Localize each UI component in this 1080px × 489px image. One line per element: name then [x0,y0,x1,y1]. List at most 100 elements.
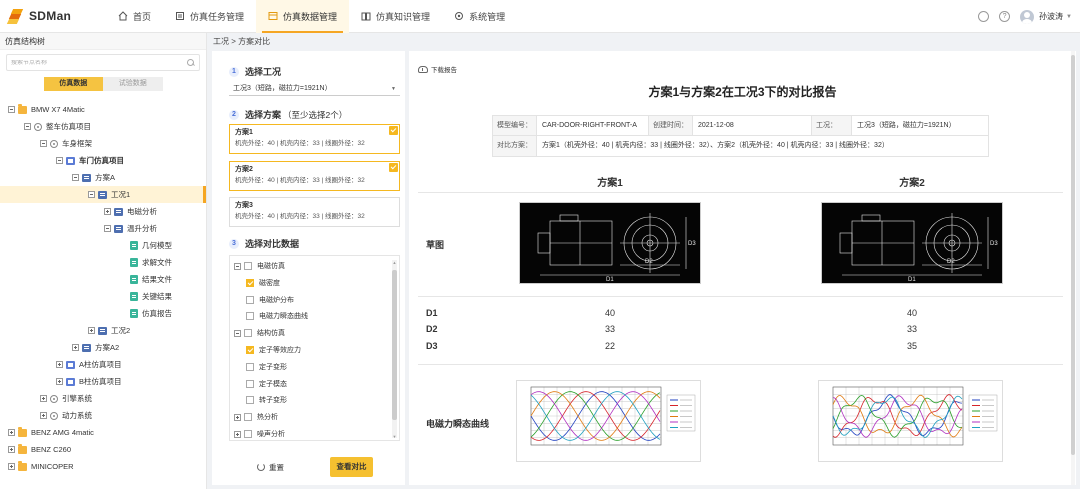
data-tree-node[interactable]: 电磁炉分布 [246,292,294,308]
data-tree-node[interactable]: 转子变形 [246,392,287,408]
checkbox[interactable] [244,430,252,438]
tree-node[interactable]: BMW X7 4Matic [0,101,206,118]
data-tree-node[interactable]: 热分析 [234,409,278,425]
tree-node[interactable]: 方案A [0,169,206,186]
comparison-data-tree: ▲ ▼ 电磁仿真 磁密度 电磁炉分布 电磁力瞬态曲线 结构仿真 定子等效应力 定子变形 定子模… [229,255,400,441]
search-icon[interactable] [187,58,195,67]
tree-node[interactable]: 方案A2 [0,339,206,356]
data-tree-node[interactable]: 定子模态 [246,376,287,392]
tree-node[interactable]: A柱仿真项目 [0,356,206,373]
tree-node[interactable]: 整车仿真项目 [0,118,206,135]
condition-select[interactable]: 工况3（短路，磁拉力=1921N） ▼ [229,82,400,96]
expand-icon[interactable] [8,429,15,436]
data-tree-node[interactable]: 结构仿真 [234,325,285,341]
scroll-down-icon[interactable]: ▼ [392,434,397,439]
tree-node[interactable]: 车身框架 [0,135,206,152]
checkbox[interactable] [244,413,252,422]
collapse-icon[interactable] [234,262,241,270]
expand-icon[interactable] [88,327,95,334]
collapse-icon[interactable] [8,106,15,113]
tree-node[interactable]: 关键结果 [0,288,206,305]
nav-system-label: 系统管理 [469,11,506,22]
toggle-test-data[interactable]: 试验数据 [103,77,163,91]
nav-home[interactable]: 首页 [106,0,163,33]
scrollbar-thumb[interactable] [392,270,397,420]
toggle-simulation-data[interactable]: 仿真数据 [43,77,103,91]
expand-icon[interactable] [234,413,241,421]
data-tree-node[interactable]: 电磁仿真 [234,258,285,274]
tree-node[interactable]: 几何模型 [0,237,206,254]
expand-icon[interactable] [8,463,15,470]
cloud-download-icon [418,65,428,73]
collapse-icon[interactable] [104,225,111,232]
tree-node[interactable]: 温升分析 [0,220,206,237]
plan-card-3[interactable]: 方案3 机壳外径：40 | 机壳内径：33 | 线圈外径：32 [229,197,400,227]
tree-node[interactable]: 引擎系统 [0,390,206,407]
plan-card-1[interactable]: 方案1 机壳外径：40 | 机壳内径：33 | 线圈外径：32 [229,124,400,154]
expand-icon[interactable] [234,430,241,438]
scrollbar-thumb[interactable] [1071,55,1075,455]
collapse-icon[interactable] [234,329,241,337]
expand-icon[interactable] [72,344,79,351]
plan-card-2[interactable]: 方案2 机壳外径：40 | 机壳内径：33 | 线圈外径：32 [229,161,400,191]
expand-icon[interactable] [56,378,63,385]
curve-plot [530,386,696,446]
scroll-up-icon[interactable]: ▲ [392,260,397,265]
tree-node-label: 车门仿真项目 [79,156,124,165]
collapse-icon[interactable] [24,123,31,130]
collapse-icon[interactable] [72,174,79,181]
expand-icon[interactable] [56,361,63,368]
checkbox[interactable] [246,379,254,388]
checkbox[interactable] [246,346,254,354]
data-tree-node[interactable]: 定子等效应力 [246,342,301,358]
download-report-button[interactable]: 下载报告 [418,64,457,74]
tree-node[interactable]: 电磁分析 [0,203,206,220]
tree-node[interactable]: 工况1 [0,186,206,203]
tree-node[interactable]: BENZ AMG 4matic [0,424,206,441]
checkbox[interactable] [246,312,254,321]
collapse-icon[interactable] [56,157,63,164]
help-icon[interactable]: ? [999,11,1011,22]
checkbox[interactable] [244,262,252,270]
search-input[interactable] [11,59,187,66]
collapse-icon[interactable] [88,191,95,198]
nav-system-management[interactable]: 系统管理 [442,0,517,33]
checkbox[interactable] [246,278,254,287]
nav-knowledge-management[interactable]: 仿真知识管理 [349,0,442,33]
user-name[interactable]: 孙波涛 [1039,11,1063,22]
data-tree-node[interactable]: 定子变形 [246,359,287,375]
tree-node[interactable]: BENZ C260 [0,441,206,458]
avatar[interactable] [1020,9,1035,24]
chevron-down-icon[interactable]: ▼ [1066,14,1072,20]
tree-node-label: 关键结果 [142,292,172,301]
expand-icon[interactable] [104,208,111,215]
tree-node[interactable]: 动力系统 [0,407,206,424]
data-tree-node[interactable]: 磁密度 [246,275,280,291]
tree-node[interactable]: 车门仿真项目 [0,152,206,169]
tree-node-label: 工况2 [111,326,131,335]
collapse-icon[interactable] [40,140,47,147]
tree-node[interactable]: 工况2 [0,322,206,339]
checkbox[interactable] [244,329,252,338]
data-tree-node[interactable]: 噪声分析 [234,426,285,440]
tree-node[interactable]: 求解文件 [0,254,206,271]
expand-icon[interactable] [40,412,47,419]
nav-data-management[interactable]: 仿真数据管理 [256,0,350,33]
checkbox[interactable] [246,295,254,304]
scrollbar[interactable]: ▲ ▼ [392,260,397,439]
checkbox[interactable] [246,396,254,405]
expand-icon[interactable] [8,446,15,453]
checkbox[interactable] [246,362,254,371]
expand-icon[interactable] [40,395,47,402]
view-comparison-button[interactable]: 查看对比 [330,457,373,477]
tree-node[interactable]: 结果文件 [0,271,206,288]
reset-button[interactable]: 重置 [257,457,284,477]
nav-task-management[interactable]: 仿真任务管理 [163,0,256,33]
app-logo[interactable]: SDMan [6,9,96,24]
tree-node[interactable]: 仿真报告 [0,305,206,322]
report-scrollbar[interactable] [1071,51,1075,485]
tree-node[interactable]: MINICOPER [0,458,206,475]
tree-node[interactable]: B柱仿真项目 [0,373,206,390]
search-icon[interactable] [978,11,990,22]
data-tree-node[interactable]: 电磁力瞬态曲线 [246,308,308,324]
